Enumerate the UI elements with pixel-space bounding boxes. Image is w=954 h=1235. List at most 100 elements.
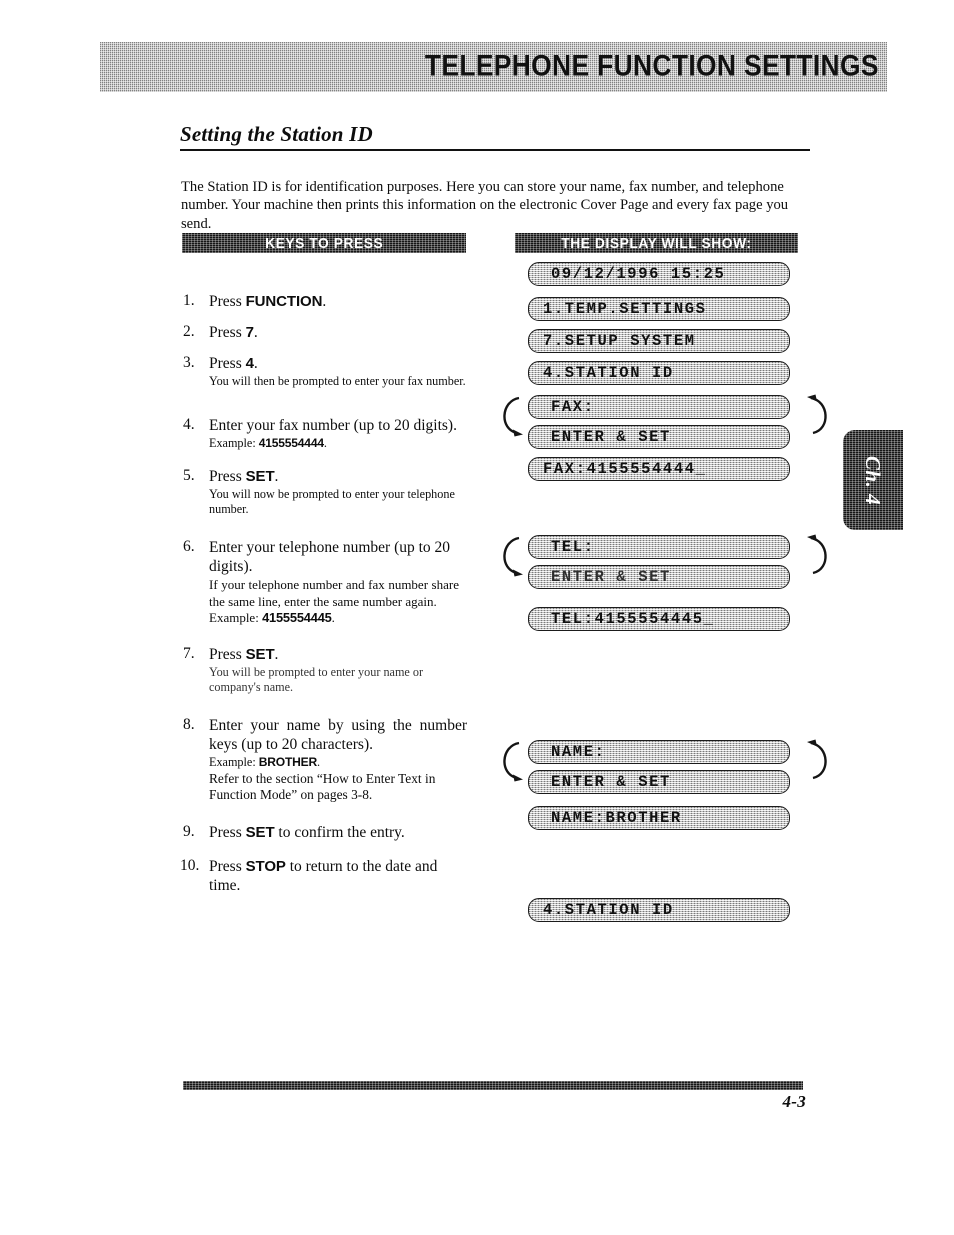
step-7: 7. Press SET. You will be prompted to en… <box>183 645 475 694</box>
lcd-tel-prompt-text: TEL: <box>551 538 595 556</box>
step-6-note: If your telephone number and fax number … <box>209 577 459 609</box>
lcd-datetime-text: 09/12/1996 15:25 <box>551 265 726 283</box>
step-5-number: 5. <box>183 467 195 485</box>
step-10: 10. Press STOP to return to the date and… <box>180 857 475 895</box>
lcd-fax-enter-set-text: ENTER & SET <box>551 428 671 446</box>
step-2-text-pre: Press <box>209 324 246 341</box>
lcd-fax-prompt-text: FAX: <box>551 398 595 416</box>
lcd-tel-value-text: TEL:4155554445_ <box>551 610 715 628</box>
step-8-example-post: . <box>317 755 321 770</box>
lcd-menu-station-id-end-text: 4.STATION ID <box>543 901 674 919</box>
step-2: 2. Press 7. <box>183 323 475 342</box>
step-9-key: SET <box>245 823 275 841</box>
step-7-number: 7. <box>183 644 195 662</box>
step-3-number: 3. <box>183 354 195 371</box>
lcd-group-fax-prompt: FAX: ENTER & SET <box>503 394 827 449</box>
step-2-text: Press 7. <box>209 323 475 342</box>
lcd-name-value: NAME:BROTHER <box>528 806 790 830</box>
step-4-example-post: . <box>323 435 327 450</box>
lcd-menu-station-id-text: 4.STATION ID <box>543 364 674 382</box>
alternation-arrow-left-icon <box>493 738 525 784</box>
section-heading-text: Setting the Station ID <box>180 122 373 146</box>
step-6-text: Enter your telephone number (up to 20 di… <box>209 539 451 576</box>
lcd-tel-enter-set: ENTER & SET <box>528 565 790 589</box>
step-9-text-post: to confirm the entry. <box>274 823 405 841</box>
step-1-number: 1. <box>183 292 195 309</box>
step-4-number: 4. <box>183 415 195 433</box>
alternation-arrow-right-icon <box>805 738 837 784</box>
lcd-group-name-prompt: NAME: ENTER & SET <box>503 739 827 794</box>
footer-page-number: 4-3 <box>782 1092 806 1111</box>
step-8-example-label: Example: <box>209 755 259 770</box>
step-10-text: Press STOP to return to the date and tim… <box>209 857 467 895</box>
intro-paragraph: The Station ID is for identification pur… <box>181 178 789 232</box>
step-1-text-pre: Press <box>209 293 246 310</box>
step-6-example: Example: 4155554445. <box>209 611 475 626</box>
step-7-note: You will be prompted to enter your name … <box>209 664 424 694</box>
step-6: 6. Enter your telephone number (up to 20… <box>183 538 475 626</box>
lcd-name-value-text: NAME:BROTHER <box>551 809 682 827</box>
step-3-text-pre: Press <box>209 355 246 372</box>
step-6-example-post: . <box>331 610 335 626</box>
lcd-tel-prompt: TEL: <box>528 535 790 559</box>
step-2-key: 7 <box>245 324 254 341</box>
step-3: 3. Press 4. You will then be prompted to… <box>183 354 475 389</box>
section-heading-rule <box>180 149 810 151</box>
step-5-key: SET <box>245 468 275 486</box>
step-4: 4. Enter your fax number (up to 20 digit… <box>183 416 475 451</box>
display-will-show-header: THE DISPLAY WILL SHOW: <box>515 233 798 253</box>
step-4-text: Enter your fax number (up to 20 digits). <box>209 416 457 434</box>
lcd-name-prompt: NAME: <box>528 740 790 764</box>
step-2-text-post: . <box>253 324 258 341</box>
lcd-datetime: 09/12/1996 15:25 <box>528 262 790 286</box>
step-5-text: Press SET. <box>209 467 475 486</box>
lcd-menu-setup-system: 7.SETUP SYSTEM <box>528 329 790 353</box>
step-10-key: STOP <box>245 857 286 875</box>
step-1: 1. Press FUNCTION. <box>183 292 475 311</box>
steps-list: 1. Press FUNCTION. 2. Press 7. 3. Press … <box>180 292 475 895</box>
step-5-note: You will now be prompted to enter your t… <box>209 487 455 516</box>
lcd-menu-station-id-end: 4.STATION ID <box>528 898 790 922</box>
display-will-show-label: THE DISPLAY WILL SHOW: <box>561 234 752 252</box>
step-8-example: Example: BROTHER. <box>209 755 475 770</box>
section-heading: Setting the Station ID <box>180 122 810 151</box>
alternation-arrow-left-icon <box>493 533 525 579</box>
step-8-example-value: BROTHER <box>258 755 317 770</box>
step-8-number: 8. <box>183 716 195 734</box>
step-4-example-value: 4155554444 <box>258 435 324 450</box>
keys-to-press-label: KEYS TO PRESS <box>264 234 384 252</box>
lcd-menu-temp-settings-text: 1.TEMP.SETTINGS <box>543 300 707 318</box>
step-8: 8. Enter your name by using the number k… <box>183 716 475 804</box>
chapter-tab-label: Ch. 4 <box>861 455 886 505</box>
step-8-text: Enter your name by using the number keys… <box>209 717 467 754</box>
lcd-menu-temp-settings: 1.TEMP.SETTINGS <box>528 297 790 321</box>
lcd-fax-value: FAX:4155554444_ <box>528 457 790 481</box>
step-4-example: Example: 4155554444. <box>209 436 475 451</box>
step-6-example-value: 4155554445 <box>262 610 332 626</box>
keys-to-press-header: KEYS TO PRESS <box>182 233 466 253</box>
lcd-fax-prompt: FAX: <box>528 395 790 419</box>
lcd-name-enter-set: ENTER & SET <box>528 770 790 794</box>
lcd-name-enter-set-text: ENTER & SET <box>551 773 671 791</box>
step-3-note: You will then be prompted to enter your … <box>209 374 466 388</box>
alternation-arrow-right-icon <box>805 393 837 439</box>
lcd-name-prompt-text: NAME: <box>551 743 606 761</box>
lcd-fax-enter-set: ENTER & SET <box>528 425 790 449</box>
step-7-text: Press SET. <box>209 645 475 664</box>
step-10-text-pre: Press <box>209 857 246 875</box>
step-1-text: Press FUNCTION. <box>209 292 475 311</box>
step-2-number: 2. <box>183 323 195 340</box>
step-7-text-post: . <box>274 645 279 663</box>
chapter-tab: Ch. 4 <box>843 430 903 530</box>
step-3-key: 4 <box>245 355 254 372</box>
step-6-number: 6. <box>183 538 195 556</box>
lcd-tel-enter-set-text: ENTER & SET <box>551 568 671 586</box>
lcd-fax-value-text: FAX:4155554444_ <box>543 460 707 478</box>
lcd-tel-value: TEL:4155554445_ <box>528 607 790 631</box>
step-9-text-pre: Press <box>209 823 246 841</box>
lcd-menu-setup-system-text: 7.SETUP SYSTEM <box>543 332 696 350</box>
step-5-text-post: . <box>274 468 279 486</box>
step-9: 9. Press SET to confirm the entry. <box>183 823 475 842</box>
display-panel-list: 09/12/1996 15:25 1.TEMP.SETTINGS 7.SETUP… <box>503 262 827 922</box>
page-header-banner: TELEPHONE FUNCTION SETTINGS <box>100 42 887 92</box>
